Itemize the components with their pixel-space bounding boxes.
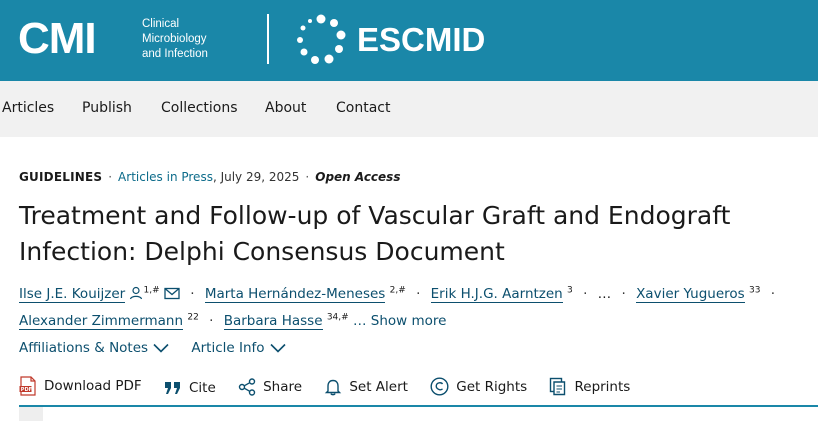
toolbar-divider (19, 405, 818, 407)
set-alert-label: Set Alert (349, 379, 408, 395)
nav-publish[interactable]: Publish (82, 100, 132, 116)
author-affiliation: 33 (749, 285, 761, 296)
cite-button[interactable]: Cite (164, 380, 216, 396)
articles-in-press-link[interactable]: Articles in Press (118, 170, 213, 184)
sidebar-tab[interactable] (19, 407, 43, 421)
author-separator: · (209, 313, 214, 329)
affiliations-notes-toggle[interactable]: Affiliations & Notes (19, 340, 169, 356)
set-alert-button[interactable]: Set Alert (324, 378, 408, 396)
meta-separator: · (305, 170, 310, 184)
bell-icon (324, 378, 342, 396)
share-button[interactable]: Share (238, 378, 302, 396)
escmid-dots-icon[interactable] (294, 13, 348, 67)
author-name[interactable]: Barbara Hasse (223, 313, 323, 330)
nav-contact[interactable]: Contact (336, 100, 390, 116)
escmid-logo-text[interactable]: ESCMID (357, 20, 485, 60)
cmi-subtitle-line-3: and Infection (142, 48, 208, 60)
author-separator: · (770, 286, 776, 302)
get-rights-button[interactable]: Get Rights (430, 377, 527, 396)
cmi-logo[interactable]: CMI (18, 14, 97, 64)
meta-separator: · (108, 170, 113, 184)
reprints-button[interactable]: Reprints (549, 377, 630, 396)
get-rights-label: Get Rights (456, 378, 528, 395)
author-name[interactable]: Erik H.J.G. Aarntzen (430, 286, 563, 303)
site-header: CMI Clinical Microbiology and Infection … (0, 0, 818, 81)
share-label: Share (263, 379, 303, 395)
copyright-icon (430, 377, 449, 396)
nav-articles[interactable]: Articles (2, 100, 54, 116)
article-info-toggle[interactable]: Article Info (191, 340, 286, 356)
article-title: Treatment and Follow-up of Vascular Graf… (19, 201, 731, 266)
author-affiliation: 22 (187, 312, 199, 323)
svg-text:PDF: PDF (21, 387, 32, 393)
person-icon[interactable] (129, 284, 143, 309)
author-list: Ilse J.E. Kouijzer 1,# · Marta Hernández… (19, 282, 809, 334)
download-pdf-button[interactable]: PDF Download PDF (19, 376, 142, 396)
author-name[interactable]: Xavier Yugueros (636, 286, 745, 303)
cmi-subtitle-line-1: Clinical (142, 18, 180, 30)
quote-icon (164, 380, 182, 396)
chevron-down-icon (153, 343, 169, 353)
cmi-subtitle-line-2: Microbiology (142, 33, 207, 45)
article-type: GUIDELINES (19, 170, 103, 184)
article-toolbar: PDF Download PDF Cite Share Set Alert Ge… (19, 376, 648, 400)
author-affiliation: 2,# (389, 285, 406, 296)
author-separator: · (583, 286, 588, 302)
author-affiliation: 34,# (326, 312, 349, 323)
affiliations-notes-label: Affiliations & Notes (19, 340, 149, 356)
info-links: Affiliations & Notes Article Info (19, 340, 286, 356)
open-access-badge: Open Access (315, 170, 401, 184)
main-nav: Articles Publish Collections About Conta… (0, 81, 818, 137)
article-info-label: Article Info (191, 340, 265, 356)
banner-divider (267, 14, 269, 64)
article-meta: GUIDELINES · Articles in Press, July 29, 2… (19, 170, 400, 184)
reprints-label: Reprints (574, 378, 631, 395)
cmi-logo-subtitle: Clinical Microbiology and Infection (142, 17, 208, 62)
show-more-authors-button[interactable]: … Show more (353, 313, 446, 329)
pdf-icon: PDF (19, 376, 37, 396)
cite-label: Cite (189, 380, 216, 396)
nav-collections[interactable]: Collections (161, 100, 238, 116)
author-separator: · (416, 286, 421, 302)
author-name[interactable]: Marta Hernández-Meneses (204, 286, 386, 303)
author-affiliation: 3 (567, 285, 573, 296)
author-name[interactable]: Alexander Zimmermann (19, 313, 184, 330)
author-separator: · (621, 286, 626, 302)
download-pdf-label: Download PDF (44, 378, 142, 394)
author-affiliation: 1,# (143, 285, 160, 296)
nav-about[interactable]: About (265, 100, 306, 116)
envelope-icon[interactable] (164, 284, 180, 309)
author-ellipsis: … (597, 286, 612, 302)
author-name[interactable]: Ilse J.E. Kouijzer (19, 286, 126, 303)
share-icon (238, 378, 256, 396)
article-date: , July 29, 2025 (212, 170, 300, 184)
author-separator: · (190, 286, 195, 302)
chevron-down-icon (269, 343, 286, 353)
reprints-icon (549, 377, 567, 396)
